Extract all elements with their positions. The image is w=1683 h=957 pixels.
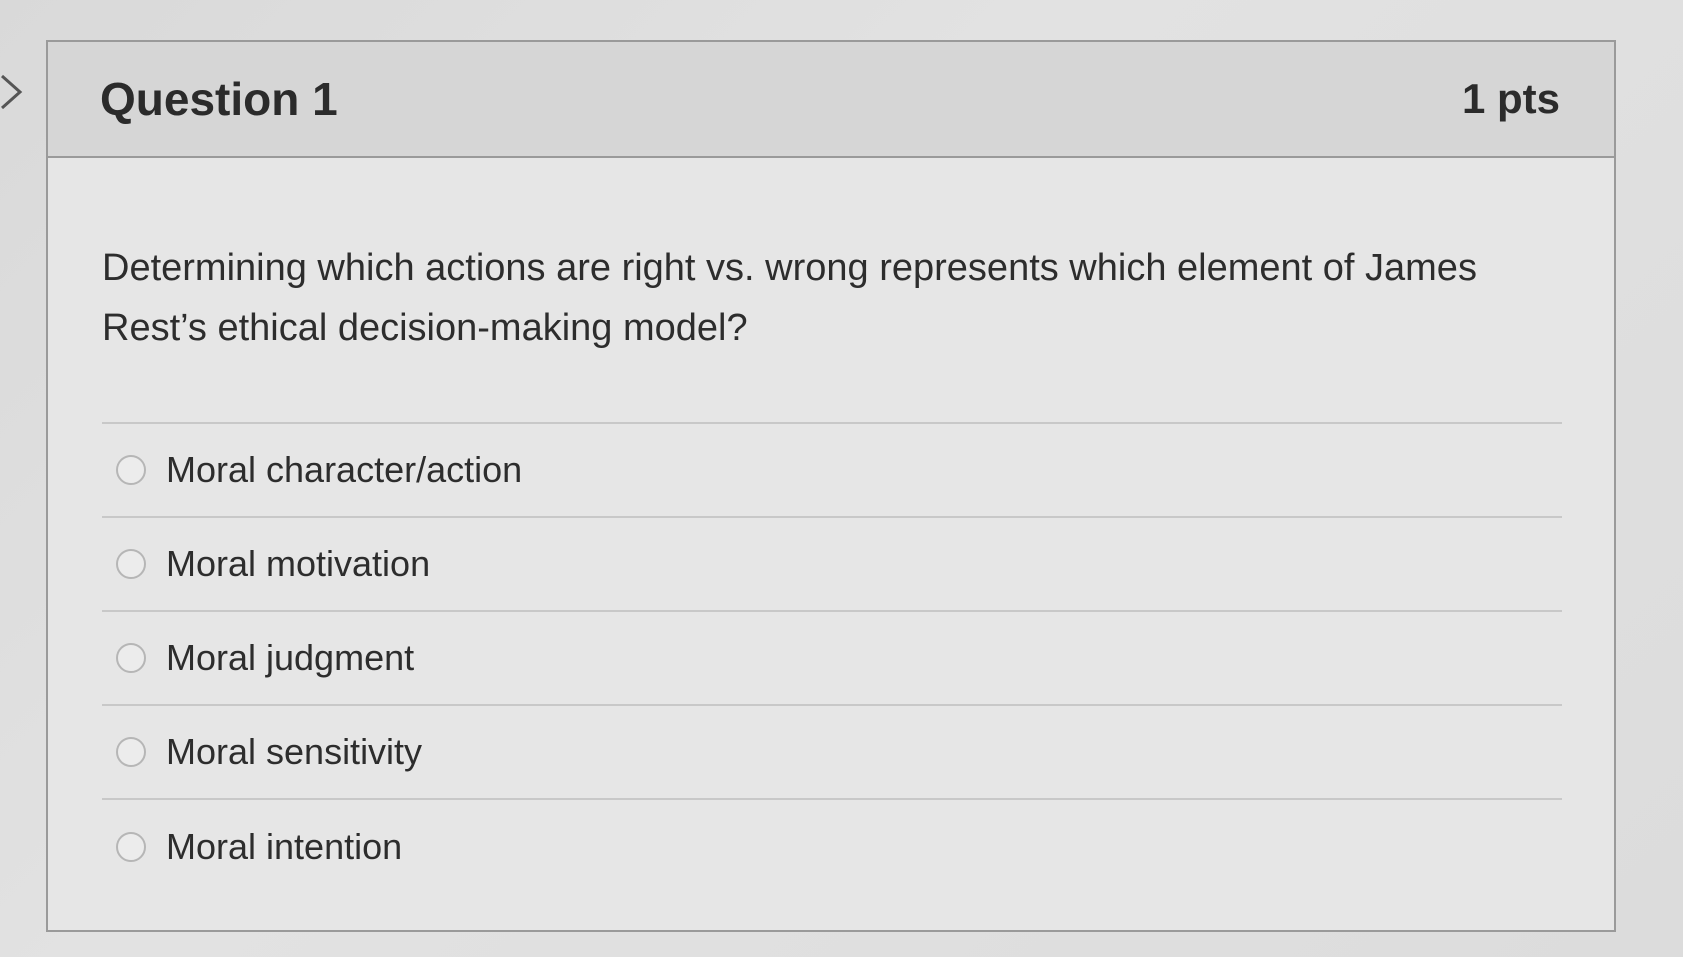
answer-label: Moral motivation: [166, 543, 431, 584]
answer-option-moral-character-action[interactable]: Moral character/action: [102, 424, 1562, 518]
question-header: Question 1 1 pts: [48, 42, 1614, 158]
radio-button-icon[interactable]: [116, 737, 146, 767]
chevron-right-icon[interactable]: [0, 72, 26, 112]
question-title: Question 1: [100, 73, 338, 125]
question-body: Determining which actions are right vs. …: [48, 158, 1614, 894]
answer-label: Moral judgment: [166, 637, 415, 678]
answer-label: Moral intention: [166, 826, 403, 867]
radio-button-icon[interactable]: [116, 455, 146, 485]
radio-button-icon[interactable]: [116, 832, 146, 862]
answer-option-moral-motivation[interactable]: Moral motivation: [102, 518, 1562, 612]
radio-button-icon[interactable]: [116, 643, 146, 673]
answer-option-moral-intention[interactable]: Moral intention: [102, 800, 1562, 894]
answer-option-moral-judgment[interactable]: Moral judgment: [102, 612, 1562, 706]
answer-option-moral-sensitivity[interactable]: Moral sensitivity: [102, 706, 1562, 800]
answer-label: Moral character/action: [166, 449, 523, 490]
question-points: 1 pts: [1461, 75, 1560, 122]
answer-label: Moral sensitivity: [166, 731, 423, 772]
question-text: Determining which actions are right vs. …: [102, 247, 1477, 349]
question-card: Question 1 1 pts Determining which actio…: [46, 40, 1616, 932]
radio-button-icon[interactable]: [116, 549, 146, 579]
answer-list: Moral character/action Moral motivation …: [102, 422, 1562, 894]
